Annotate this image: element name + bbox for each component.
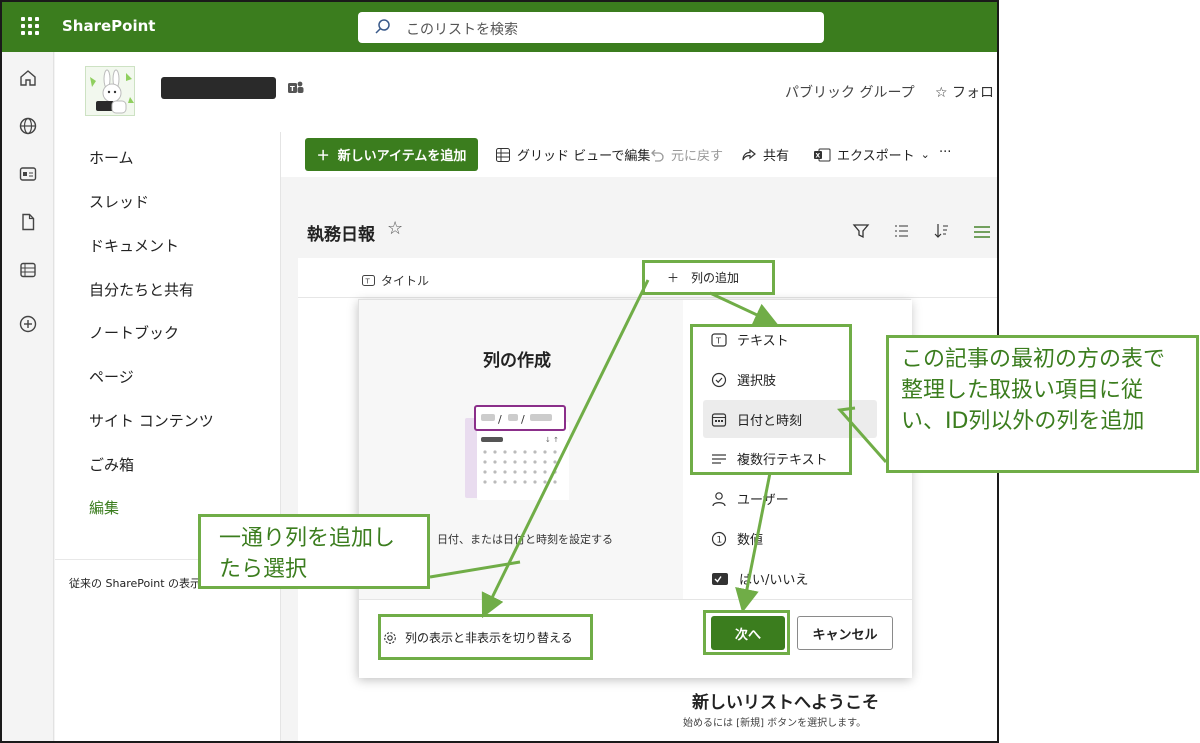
suite-bar: SharePoint このリストを検索 [2,2,997,52]
filter-icon[interactable] [852,222,870,240]
column-title-label: タイトル [381,274,430,288]
document-icon[interactable] [18,212,38,232]
follow-label: フォロ [952,85,995,101]
type-label-number: 数値 [737,533,764,548]
person-icon [712,491,726,506]
svg-text:/: / [521,413,525,426]
nav-item-site-contents[interactable]: サイト コンテンツ [89,410,214,431]
lists-icon[interactable] [18,260,38,280]
nav-item-recycle-bin[interactable]: ごみ箱 [89,454,134,475]
new-item-button[interactable]: ＋ 新しいアイテムを追加 [305,138,478,171]
new-item-label: 新しいアイテムを追加 [337,149,467,164]
share-label: 共有 [763,149,790,164]
app-window: SharePoint このリストを検索 T パブリック グループ ☆ フォロ ホ… [0,0,999,743]
home-icon[interactable] [18,68,38,88]
app-launcher-icon[interactable] [21,17,39,35]
excel-icon: X [814,148,831,161]
cancel-button[interactable]: キャンセル [797,616,893,650]
left-annotation-callout: 一通り列を追加したら選択 [198,514,430,589]
svg-text:/: / [498,413,502,426]
group-visibility-label: パブリック グループ [785,85,915,101]
sort-icon[interactable] [932,222,950,240]
type-option-person[interactable]: ユーザー [711,489,789,508]
svg-text:T: T [290,85,295,93]
site-navigation: ホーム スレッド ドキュメント 自分たちと共有 ノートブック ページ サイト コ… [55,132,281,741]
app-rail [2,52,54,741]
nav-item-shared[interactable]: 自分たちと共有 [89,279,194,300]
welcome-subtitle: 始めるには [新規] ボタンを選択します。 [683,718,867,729]
type-label-yesno: はい/いいえ [739,573,809,588]
star-icon: ☆ [935,85,948,101]
column-type-description: 日付、または日付と時刻を設定する [437,533,613,546]
search-input[interactable]: このリストを検索 [406,19,518,39]
grid-icon [496,147,510,162]
export-label: エクスポート [837,149,915,164]
nav-item-notebook[interactable]: ノートブック [89,322,179,343]
view-tools [852,222,990,240]
command-bar: ＋ 新しいアイテムを追加 グリッド ビューで編集 元に戻す 共有 X エクスポー… [281,132,997,177]
follow-button[interactable]: ☆ フォロ [935,82,994,102]
nav-item-edit[interactable]: 編集 [89,497,119,518]
toggle-link-highlight-box [378,614,593,660]
date-picker-illustration-icon: / / ↓ ↑ [465,405,569,500]
panel-heading: 列の作成 [483,351,551,371]
create-icon[interactable] [18,314,38,334]
plus-icon: ＋ [316,149,330,164]
search-box[interactable]: このリストを検索 [358,12,824,43]
chevron-down-icon: ⌄ [920,148,930,161]
globe-icon[interactable] [18,116,38,136]
column-header-title[interactable]: T タイトル [362,272,429,289]
undo-icon [651,149,664,162]
right-annotation-callout: この記事の最初の方の表で整理した取扱い項目に従い、ID列以外の列を追加 [886,335,1199,473]
search-icon [375,19,390,34]
list-title: 執務日報 [307,225,375,245]
favorite-star-icon[interactable]: ☆ [387,218,403,239]
site-logo[interactable] [85,66,135,116]
view-options-icon[interactable] [972,222,990,240]
news-icon[interactable] [18,164,38,184]
type-label-person: ユーザー [737,493,789,508]
type-option-yesno[interactable]: はい/いいえ [711,569,808,588]
site-header: T パブリック グループ ☆ フォロ [55,52,997,132]
add-column-button[interactable]: ＋ 列の追加 [642,260,775,295]
column-types-highlight-box [690,324,852,475]
svg-text:T: T [365,278,371,286]
welcome-title: 新しいリストへようこそ [692,693,879,713]
svg-text:1: 1 [717,535,723,545]
more-commands-button[interactable]: ··· [939,145,951,160]
share-icon [742,148,756,160]
group-by-icon[interactable] [892,222,910,240]
site-name-redacted [161,77,276,99]
add-column-label: 列の追加 [691,271,740,285]
grid-edit-button[interactable]: グリッド ビューで編集 [495,145,650,164]
grid-edit-label: グリッド ビューで編集 [517,149,651,164]
svg-text:X: X [816,152,821,159]
classic-view-link[interactable]: 従来の SharePoint の表示 [69,575,201,591]
svg-text:↓ ↑: ↓ ↑ [545,436,559,444]
teams-icon[interactable]: T [287,80,305,96]
plus-icon: ＋ [667,271,680,285]
share-button[interactable]: 共有 [741,145,789,164]
brand-name[interactable]: SharePoint [62,17,155,35]
next-button-highlight-box [703,610,790,655]
yesno-icon [712,572,728,585]
number-icon: 1 [711,531,727,546]
undo-label: 元に戻す [671,149,724,164]
nav-item-pages[interactable]: ページ [89,366,134,387]
nav-item-threads[interactable]: スレッド [89,191,149,212]
nav-item-documents[interactable]: ドキュメント [89,235,179,256]
nav-item-home[interactable]: ホーム [89,147,134,168]
type-option-number[interactable]: 1 数値 [711,529,763,548]
export-button[interactable]: X エクスポート ⌄ [813,145,930,164]
text-column-icon: T [362,275,375,286]
rabbit-logo-icon [86,67,134,115]
undo-button[interactable]: 元に戻す [649,145,723,164]
